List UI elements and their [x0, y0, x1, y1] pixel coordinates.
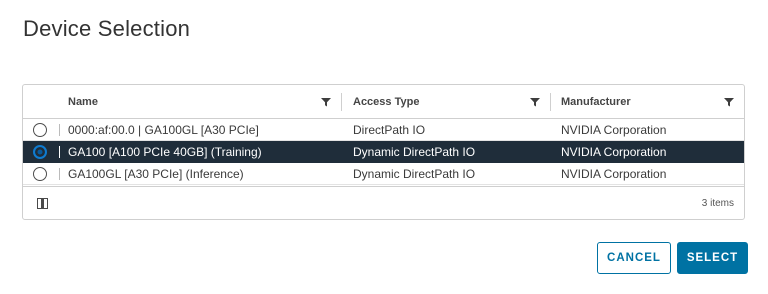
row-divider — [59, 168, 60, 180]
select-button[interactable]: SELECT — [677, 242, 748, 274]
table-row-selected[interactable]: GA100 [A100 PCIe 40GB] (Training) Dynami… — [23, 141, 744, 163]
table-row[interactable]: 0000:af:00.0 | GA100GL [A30 PCIe] Direct… — [23, 119, 744, 141]
cancel-button[interactable]: CANCEL — [597, 242, 671, 274]
column-header-manufacturer[interactable]: Manufacturer — [551, 85, 744, 118]
column-toggle-icon[interactable] — [37, 198, 48, 209]
access-type: DirectPath IO — [353, 123, 426, 137]
column-header-label: Name — [68, 95, 98, 108]
column-header-name[interactable]: Name — [59, 85, 341, 118]
column-header-access-type[interactable]: Access Type — [342, 85, 550, 118]
manufacturer: NVIDIA Corporation — [561, 145, 667, 159]
access-type: Dynamic DirectPath IO — [353, 167, 476, 181]
row-radio-button[interactable] — [33, 123, 47, 137]
table-row[interactable]: GA100GL [A30 PCIe] (Inference) Dynamic D… — [23, 163, 744, 185]
grid-footer: 3 items — [23, 186, 744, 219]
filter-icon[interactable] — [724, 97, 734, 107]
device-name: 0000:af:00.0 | GA100GL [A30 PCIe] — [68, 123, 259, 137]
device-name: GA100 [A100 PCIe 40GB] (Training) — [68, 145, 262, 159]
column-header-label: Manufacturer — [561, 95, 631, 108]
filter-icon[interactable] — [530, 97, 540, 107]
row-radio-button[interactable] — [33, 167, 47, 181]
row-divider — [59, 146, 60, 158]
manufacturer: NVIDIA Corporation — [561, 123, 667, 137]
item-count: 3 items — [701, 198, 734, 209]
filter-icon[interactable] — [321, 97, 331, 107]
manufacturer: NVIDIA Corporation — [561, 167, 667, 181]
row-divider — [59, 124, 60, 136]
device-name: GA100GL [A30 PCIe] (Inference) — [68, 167, 244, 181]
device-grid: Name Access Type Manufacturer 0000:af:00… — [22, 84, 745, 220]
grid-header: Name Access Type Manufacturer — [23, 85, 744, 119]
column-header-label: Access Type — [353, 95, 420, 108]
row-radio-button[interactable] — [33, 145, 47, 159]
dialog-title: Device Selection — [23, 16, 191, 41]
access-type: Dynamic DirectPath IO — [353, 145, 476, 159]
